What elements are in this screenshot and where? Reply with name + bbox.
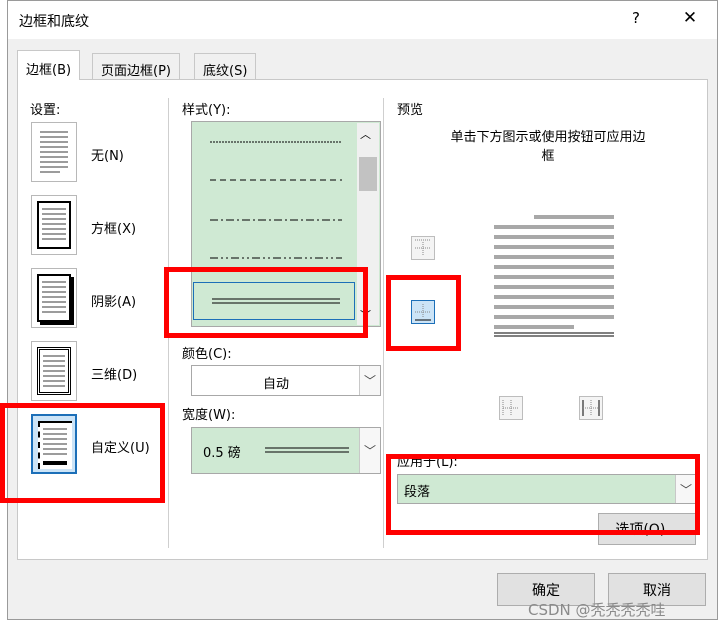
close-button[interactable]: ✕ [680, 8, 700, 28]
color-value: 自动 [262, 377, 289, 392]
preview-instruction: 单击下方图示或使用按钮可应用边框 [450, 130, 646, 164]
color-dropdown[interactable]: 自动 ﹀ [191, 365, 381, 396]
style-header: 样式(Y): [182, 103, 231, 118]
setting-custom-label[interactable]: 自定义(U) [91, 437, 150, 456]
setting-box-icon[interactable] [31, 195, 77, 255]
width-value: 0.5 磅 [203, 446, 241, 461]
style-scrollbar[interactable]: ︿ ﹀ [357, 123, 379, 325]
preview-area[interactable] [492, 213, 616, 348]
options-button[interactable]: 选项(O)... [598, 513, 696, 545]
separator-2 [383, 98, 384, 548]
preview-header: 预览 [397, 103, 424, 118]
setting-box-label[interactable]: 方框(X) [91, 218, 136, 237]
scroll-up-icon[interactable]: ︿ [360, 126, 371, 142]
style-listbox[interactable]: ︿ ﹀ [191, 121, 381, 327]
chevron-down-icon[interactable]: ﹀ [359, 366, 380, 395]
watermark-text: CSDN @秃秃秃秃哇 [528, 601, 666, 619]
borders-shading-dialog: 边框和底纹 ? ✕ 边框(B) 页面边框(P) 底纹(S) 设置: 无(N) 方… [7, 0, 718, 620]
scroll-down-icon[interactable]: ﹀ [360, 307, 371, 323]
setting-shadow-icon[interactable] [31, 268, 77, 328]
chevron-down-icon[interactable]: ﹀ [359, 428, 380, 473]
tab-borders[interactable]: 边框(B) [17, 50, 81, 80]
apply-to-dropdown[interactable]: 段落 ﹀ [397, 474, 697, 504]
help-button[interactable]: ? [626, 9, 646, 27]
style-double-line-option[interactable] [193, 282, 355, 320]
setting-none-label[interactable]: 无(N) [91, 145, 124, 164]
tab-page-border[interactable]: 页面边框(P) [92, 53, 180, 80]
apply-to-header: 应用于(L): [397, 455, 458, 470]
width-header: 宽度(W): [182, 408, 236, 423]
apply-to-value: 段落 [404, 485, 431, 500]
setting-none-icon[interactable] [31, 122, 77, 182]
separator-1 [168, 98, 169, 548]
top-border-button[interactable] [411, 236, 435, 260]
dialog-title: 边框和底纹 [19, 14, 89, 30]
right-border-button[interactable] [579, 396, 603, 420]
left-border-button[interactable] [499, 396, 523, 420]
chevron-down-icon[interactable]: ﹀ [675, 475, 696, 503]
bottom-border-button[interactable] [411, 300, 435, 324]
scroll-thumb[interactable] [359, 157, 377, 191]
width-line-sample [265, 447, 349, 453]
tab-borders-label: 边框(B) [26, 63, 72, 78]
width-dropdown[interactable]: 0.5 磅 ﹀ [191, 427, 381, 474]
tab-page-border-label: 页面边框(P) [101, 64, 171, 79]
tab-shading-label: 底纹(S) [203, 64, 248, 79]
setting-shadow-label[interactable]: 阴影(A) [91, 291, 136, 310]
color-header: 颜色(C): [182, 347, 232, 362]
title-bar: 边框和底纹 ? ✕ [8, 1, 717, 39]
borders-tab-panel: 设置: 无(N) 方框(X) 阴影(A) 三维(D) 自定义(U) 样式(Y):… [17, 79, 708, 560]
setting-3d-icon[interactable] [31, 341, 77, 401]
settings-header: 设置: [30, 103, 61, 118]
tab-shading[interactable]: 底纹(S) [194, 53, 257, 80]
setting-3d-label[interactable]: 三维(D) [91, 364, 137, 383]
setting-custom-icon[interactable] [31, 414, 77, 474]
